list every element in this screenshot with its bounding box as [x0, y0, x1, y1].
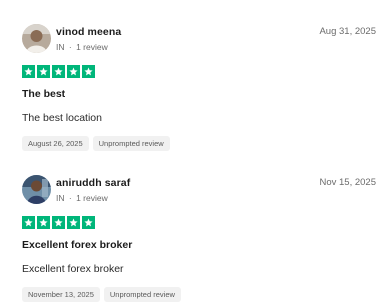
star-icon — [52, 65, 65, 78]
star-icon — [67, 216, 80, 229]
star-icon — [37, 65, 50, 78]
star-rating — [22, 65, 95, 78]
reviewer-name[interactable]: aniruddh saraf — [56, 177, 130, 189]
star-icon — [37, 216, 50, 229]
star-icon — [52, 216, 65, 229]
unprompted-review-badge[interactable]: Unprompted review — [92, 136, 170, 151]
review-title[interactable]: The best — [22, 88, 65, 100]
experience-date-badge: August 26, 2025 — [22, 136, 89, 151]
star-icon — [22, 65, 35, 78]
reviewer-meta: IN · 1 review — [56, 42, 108, 52]
reviewer-review-count: 1 review — [76, 193, 108, 203]
unprompted-review-badge[interactable]: Unprompted review — [103, 287, 181, 302]
avatar[interactable] — [22, 24, 51, 53]
star-rating — [22, 216, 95, 229]
review-tags: November 13, 2025 Unprompted review — [22, 287, 181, 302]
star-icon — [67, 65, 80, 78]
meta-separator: · — [68, 42, 72, 52]
review-tags: August 26, 2025 Unprompted review — [22, 136, 170, 151]
review-text: The best location — [22, 112, 102, 124]
reviewer-country: IN — [56, 42, 65, 52]
avatar[interactable] — [22, 175, 51, 204]
review-text: Excellent forex broker — [22, 263, 124, 275]
review-title[interactable]: Excellent forex broker — [22, 239, 132, 251]
review-date: Aug 31, 2025 — [319, 26, 376, 37]
reviewer-country: IN — [56, 193, 65, 203]
experience-date-badge: November 13, 2025 — [22, 287, 100, 302]
star-icon — [22, 216, 35, 229]
reviewer-review-count: 1 review — [76, 42, 108, 52]
reviewer-name[interactable]: vinod meena — [56, 26, 121, 38]
reviewer-meta: IN · 1 review — [56, 193, 108, 203]
review-date: Nov 15, 2025 — [319, 177, 376, 188]
star-icon — [82, 65, 95, 78]
star-icon — [82, 216, 95, 229]
meta-separator: · — [68, 193, 72, 203]
